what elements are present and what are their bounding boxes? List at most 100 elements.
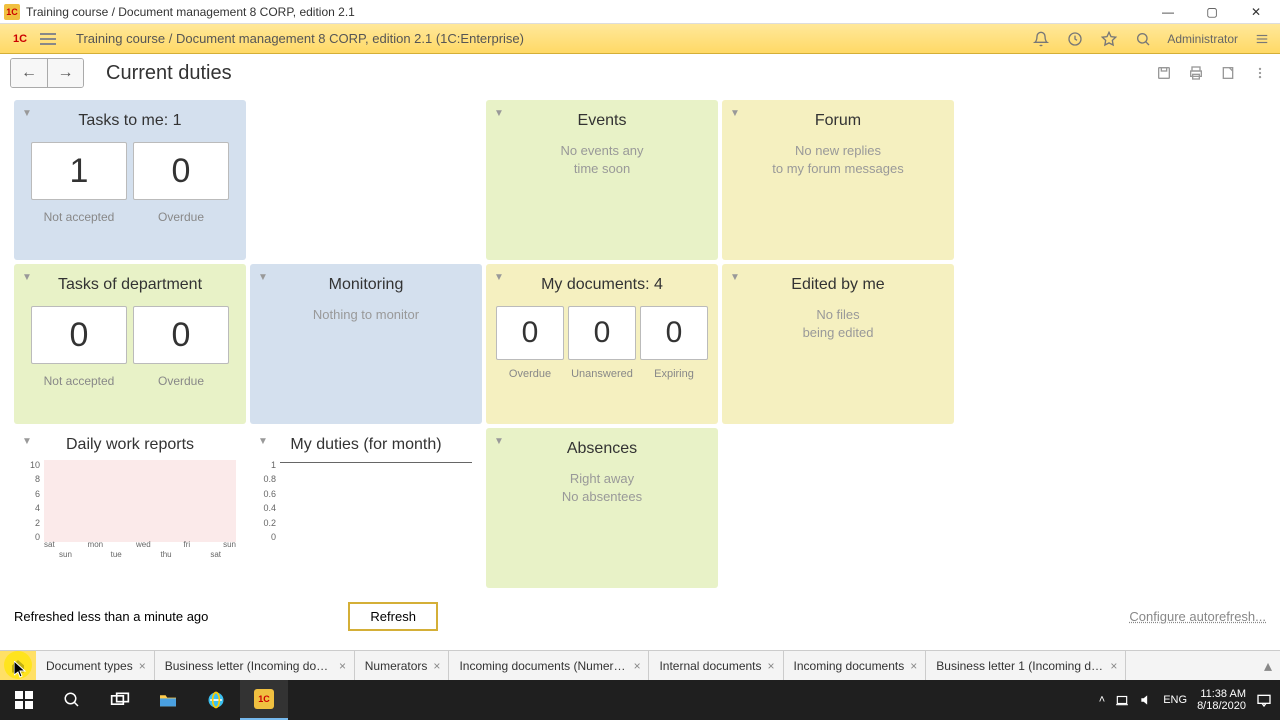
widget-title: Events [496, 112, 708, 130]
maximize-button[interactable]: ▢ [1200, 3, 1224, 21]
page-title: Current duties [106, 62, 232, 85]
1c-app-icon[interactable]: 1C [240, 680, 288, 720]
widget-events[interactable]: ▼ Events No events any time soon [486, 100, 718, 260]
tab-numerators[interactable]: Numerators× [355, 651, 450, 680]
collapse-icon[interactable]: ▼ [258, 436, 268, 447]
page-open-icon[interactable] [1218, 63, 1238, 83]
widget-title: Daily work reports [22, 436, 238, 454]
favorites-icon[interactable] [1099, 29, 1119, 49]
document-tabs: Document types× Business letter (Incomin… [0, 650, 1280, 680]
widget-my-documents[interactable]: ▼ My documents: 4 0 0 0 Overdue Unanswer… [486, 264, 718, 424]
footer: Refreshed less than a minute ago Refresh… [14, 602, 1266, 631]
refresh-button[interactable]: Refresh [348, 602, 438, 631]
collapse-icon[interactable]: ▼ [22, 272, 32, 283]
app-header: 1C Training course / Document management… [0, 24, 1280, 54]
docs-overdue-label: Overdue [496, 368, 564, 380]
tab-internal-documents[interactable]: Internal documents× [649, 651, 783, 680]
language-indicator[interactable]: ENG [1163, 694, 1187, 706]
clock[interactable]: 11:38 AM 8/18/2020 [1197, 688, 1246, 712]
close-tab-icon[interactable]: × [339, 659, 346, 673]
docs-unanswered-count[interactable]: 0 [568, 306, 636, 360]
collapse-icon[interactable]: ▼ [730, 272, 740, 283]
search-icon[interactable] [1133, 29, 1153, 49]
tab-document-types[interactable]: Document types× [36, 651, 155, 680]
widget-monitoring[interactable]: ▼ Monitoring Nothing to monitor [250, 264, 482, 424]
collapse-icon[interactable]: ▼ [494, 436, 504, 447]
home-tab[interactable] [0, 651, 36, 680]
close-tab-icon[interactable]: × [634, 659, 641, 673]
action-center-icon[interactable] [1256, 693, 1272, 707]
edited-msg-1: No files [732, 306, 944, 324]
widget-title: Forum [732, 112, 944, 130]
tab-incoming-documents[interactable]: Incoming documents× [784, 651, 927, 680]
search-button[interactable] [48, 680, 96, 720]
absences-msg-1: Right away [496, 470, 708, 488]
absences-msg-2: No absentees [496, 488, 708, 506]
ie-icon[interactable] [192, 680, 240, 720]
dept-not-accepted-label: Not accepted [31, 374, 127, 388]
close-tab-icon[interactable]: × [1110, 659, 1117, 673]
configure-autorefresh-link[interactable]: Configure autorefresh... [1129, 609, 1266, 624]
tray-up-icon[interactable]: ˄ [1099, 694, 1105, 706]
tab-business-letter[interactable]: Business letter (Incoming docu...× [155, 651, 355, 680]
daily-reports-chart: 10 8 6 4 2 0 sat mon wed fri sun sun tue… [22, 460, 238, 560]
logo-icon: 1C [8, 27, 32, 51]
notifications-icon[interactable] [1031, 29, 1051, 49]
widget-my-duties[interactable]: ▼ My duties (for month) 1 0.8 0.6 0.4 0.… [250, 428, 482, 588]
user-name[interactable]: Administrator [1167, 32, 1238, 46]
docs-expiring-count[interactable]: 0 [640, 306, 708, 360]
edited-msg-2: being edited [732, 324, 944, 342]
cursor-icon [14, 661, 28, 679]
events-msg-1: No events any [496, 142, 708, 160]
windows-taskbar: 1C ˄ ENG 11:38 AM 8/18/2020 [0, 680, 1280, 720]
more-icon[interactable] [1250, 63, 1270, 83]
network-icon[interactable] [1115, 693, 1129, 707]
dept-overdue-label: Overdue [133, 374, 229, 388]
widget-title: Absences [496, 440, 708, 458]
widget-tasks-to-me[interactable]: ▼ Tasks to me: 1 1 0 Not accepted Overdu… [14, 100, 246, 260]
docs-overdue-count[interactable]: 0 [496, 306, 564, 360]
app-title: Training course / Document management 8 … [76, 31, 524, 46]
close-tab-icon[interactable]: × [768, 659, 775, 673]
widget-edited-by-me[interactable]: ▼ Edited by me No files being edited [722, 264, 954, 424]
file-explorer-icon[interactable] [144, 680, 192, 720]
monitoring-msg: Nothing to monitor [260, 306, 472, 324]
collapse-icon[interactable]: ▼ [258, 272, 268, 283]
back-button[interactable]: ← [11, 59, 47, 87]
user-menu-icon[interactable] [1252, 29, 1272, 49]
dept-not-accepted-count[interactable]: 0 [31, 306, 127, 364]
refreshed-text: Refreshed less than a minute ago [14, 609, 208, 624]
docs-unanswered-label: Unanswered [568, 368, 636, 380]
widget-tasks-department[interactable]: ▼ Tasks of department 0 0 Not accepted O… [14, 264, 246, 424]
tab-business-letter-1[interactable]: Business letter 1 (Incoming do...× [926, 651, 1126, 680]
tab-incoming-numerat[interactable]: Incoming documents (Numerat...× [449, 651, 649, 680]
collapse-icon[interactable]: ▼ [22, 108, 32, 119]
minimize-button[interactable]: — [1156, 3, 1180, 21]
overdue-count[interactable]: 0 [133, 142, 229, 200]
menu-button[interactable] [40, 27, 64, 51]
widget-forum[interactable]: ▼ Forum No new replies to my forum messa… [722, 100, 954, 260]
collapse-icon[interactable]: ▼ [730, 108, 740, 119]
volume-icon[interactable] [1139, 693, 1153, 707]
events-msg-2: time soon [496, 160, 708, 178]
print-icon[interactable] [1186, 63, 1206, 83]
widget-title: Monitoring [260, 276, 472, 294]
close-tab-icon[interactable]: × [910, 659, 917, 673]
collapse-icon[interactable]: ▼ [22, 436, 32, 447]
save-icon[interactable] [1154, 63, 1174, 83]
widget-absences[interactable]: ▼ Absences Right away No absentees [486, 428, 718, 588]
close-tab-icon[interactable]: × [139, 659, 146, 673]
forward-button[interactable]: → [47, 59, 83, 87]
collapse-icon[interactable]: ▼ [494, 272, 504, 283]
collapse-icon[interactable]: ▼ [494, 108, 504, 119]
start-button[interactable] [0, 680, 48, 720]
not-accepted-count[interactable]: 1 [31, 142, 127, 200]
dept-overdue-count[interactable]: 0 [133, 306, 229, 364]
task-view-button[interactable] [96, 680, 144, 720]
widget-daily-reports[interactable]: ▼ Daily work reports 10 8 6 4 2 0 sat mo… [14, 428, 246, 588]
widget-title: My documents: 4 [496, 276, 708, 294]
close-tab-icon[interactable]: × [433, 659, 440, 673]
tab-scroll-icon[interactable]: ▴ [1256, 651, 1280, 680]
close-button[interactable]: ✕ [1244, 3, 1268, 21]
history-icon[interactable] [1065, 29, 1085, 49]
